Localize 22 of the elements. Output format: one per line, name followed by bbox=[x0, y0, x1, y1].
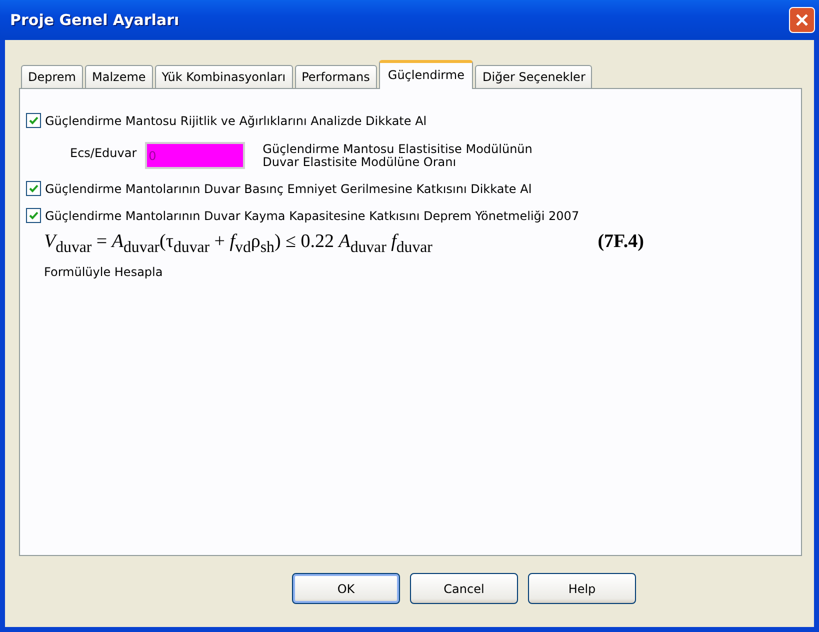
checkbox-label: Güçlendirme Mantosu Rijitlik ve Ağırlıklarını Analizde Dikkate Al bbox=[45, 114, 427, 128]
checkbox[interactable] bbox=[26, 208, 41, 223]
checkbox-label: Güçlendirme Mantolarının Duvar Basınç Emniyet Gerilmesine Katkısını Dikkate Al bbox=[45, 182, 532, 196]
checkbox-label: Güçlendirme Mantolarının Duvar Kayma Kapasitesine Katkısını Deprem Yönetmeliği 2007 bbox=[45, 208, 580, 222]
window-title: Proje Genel Ayarları bbox=[10, 11, 180, 29]
close-icon[interactable] bbox=[789, 7, 815, 33]
tab[interactable]: Performans bbox=[294, 65, 377, 88]
dialog-button[interactable]: OK bbox=[292, 573, 400, 604]
description-text: Formülüyle Hesapla bbox=[44, 264, 164, 279]
dialog-button[interactable]: Help bbox=[528, 573, 636, 604]
tab[interactable]: Deprem bbox=[21, 65, 83, 88]
tab[interactable]: Diğer Seçenekler bbox=[475, 65, 592, 88]
checkbox[interactable] bbox=[26, 181, 41, 196]
field-description: Güçlendirme Mantosu Elastisitise Modülünün Duvar Elastisite Modülüne Oranı bbox=[262, 143, 532, 169]
field-label: Ecs/Eduvar bbox=[70, 146, 137, 160]
equation-number: (7F.4) bbox=[598, 231, 644, 253]
tab[interactable]: Yük Kombinasyonları bbox=[154, 65, 293, 88]
formula: V$_{duvar}$ = A$_{duvar}$(τ$_{duvar}$ + f$_{vd}$ρ$_{sh}$) ≤ 0.22 A$_{duvar}$ f$_{duvar}$ bbox=[44, 231, 432, 257]
checkbox[interactable] bbox=[26, 113, 41, 128]
tab[interactable]: Malzeme bbox=[84, 65, 153, 88]
dialog-button[interactable]: Cancel bbox=[410, 573, 518, 604]
tab[interactable]: Güçlendirme bbox=[378, 60, 474, 89]
